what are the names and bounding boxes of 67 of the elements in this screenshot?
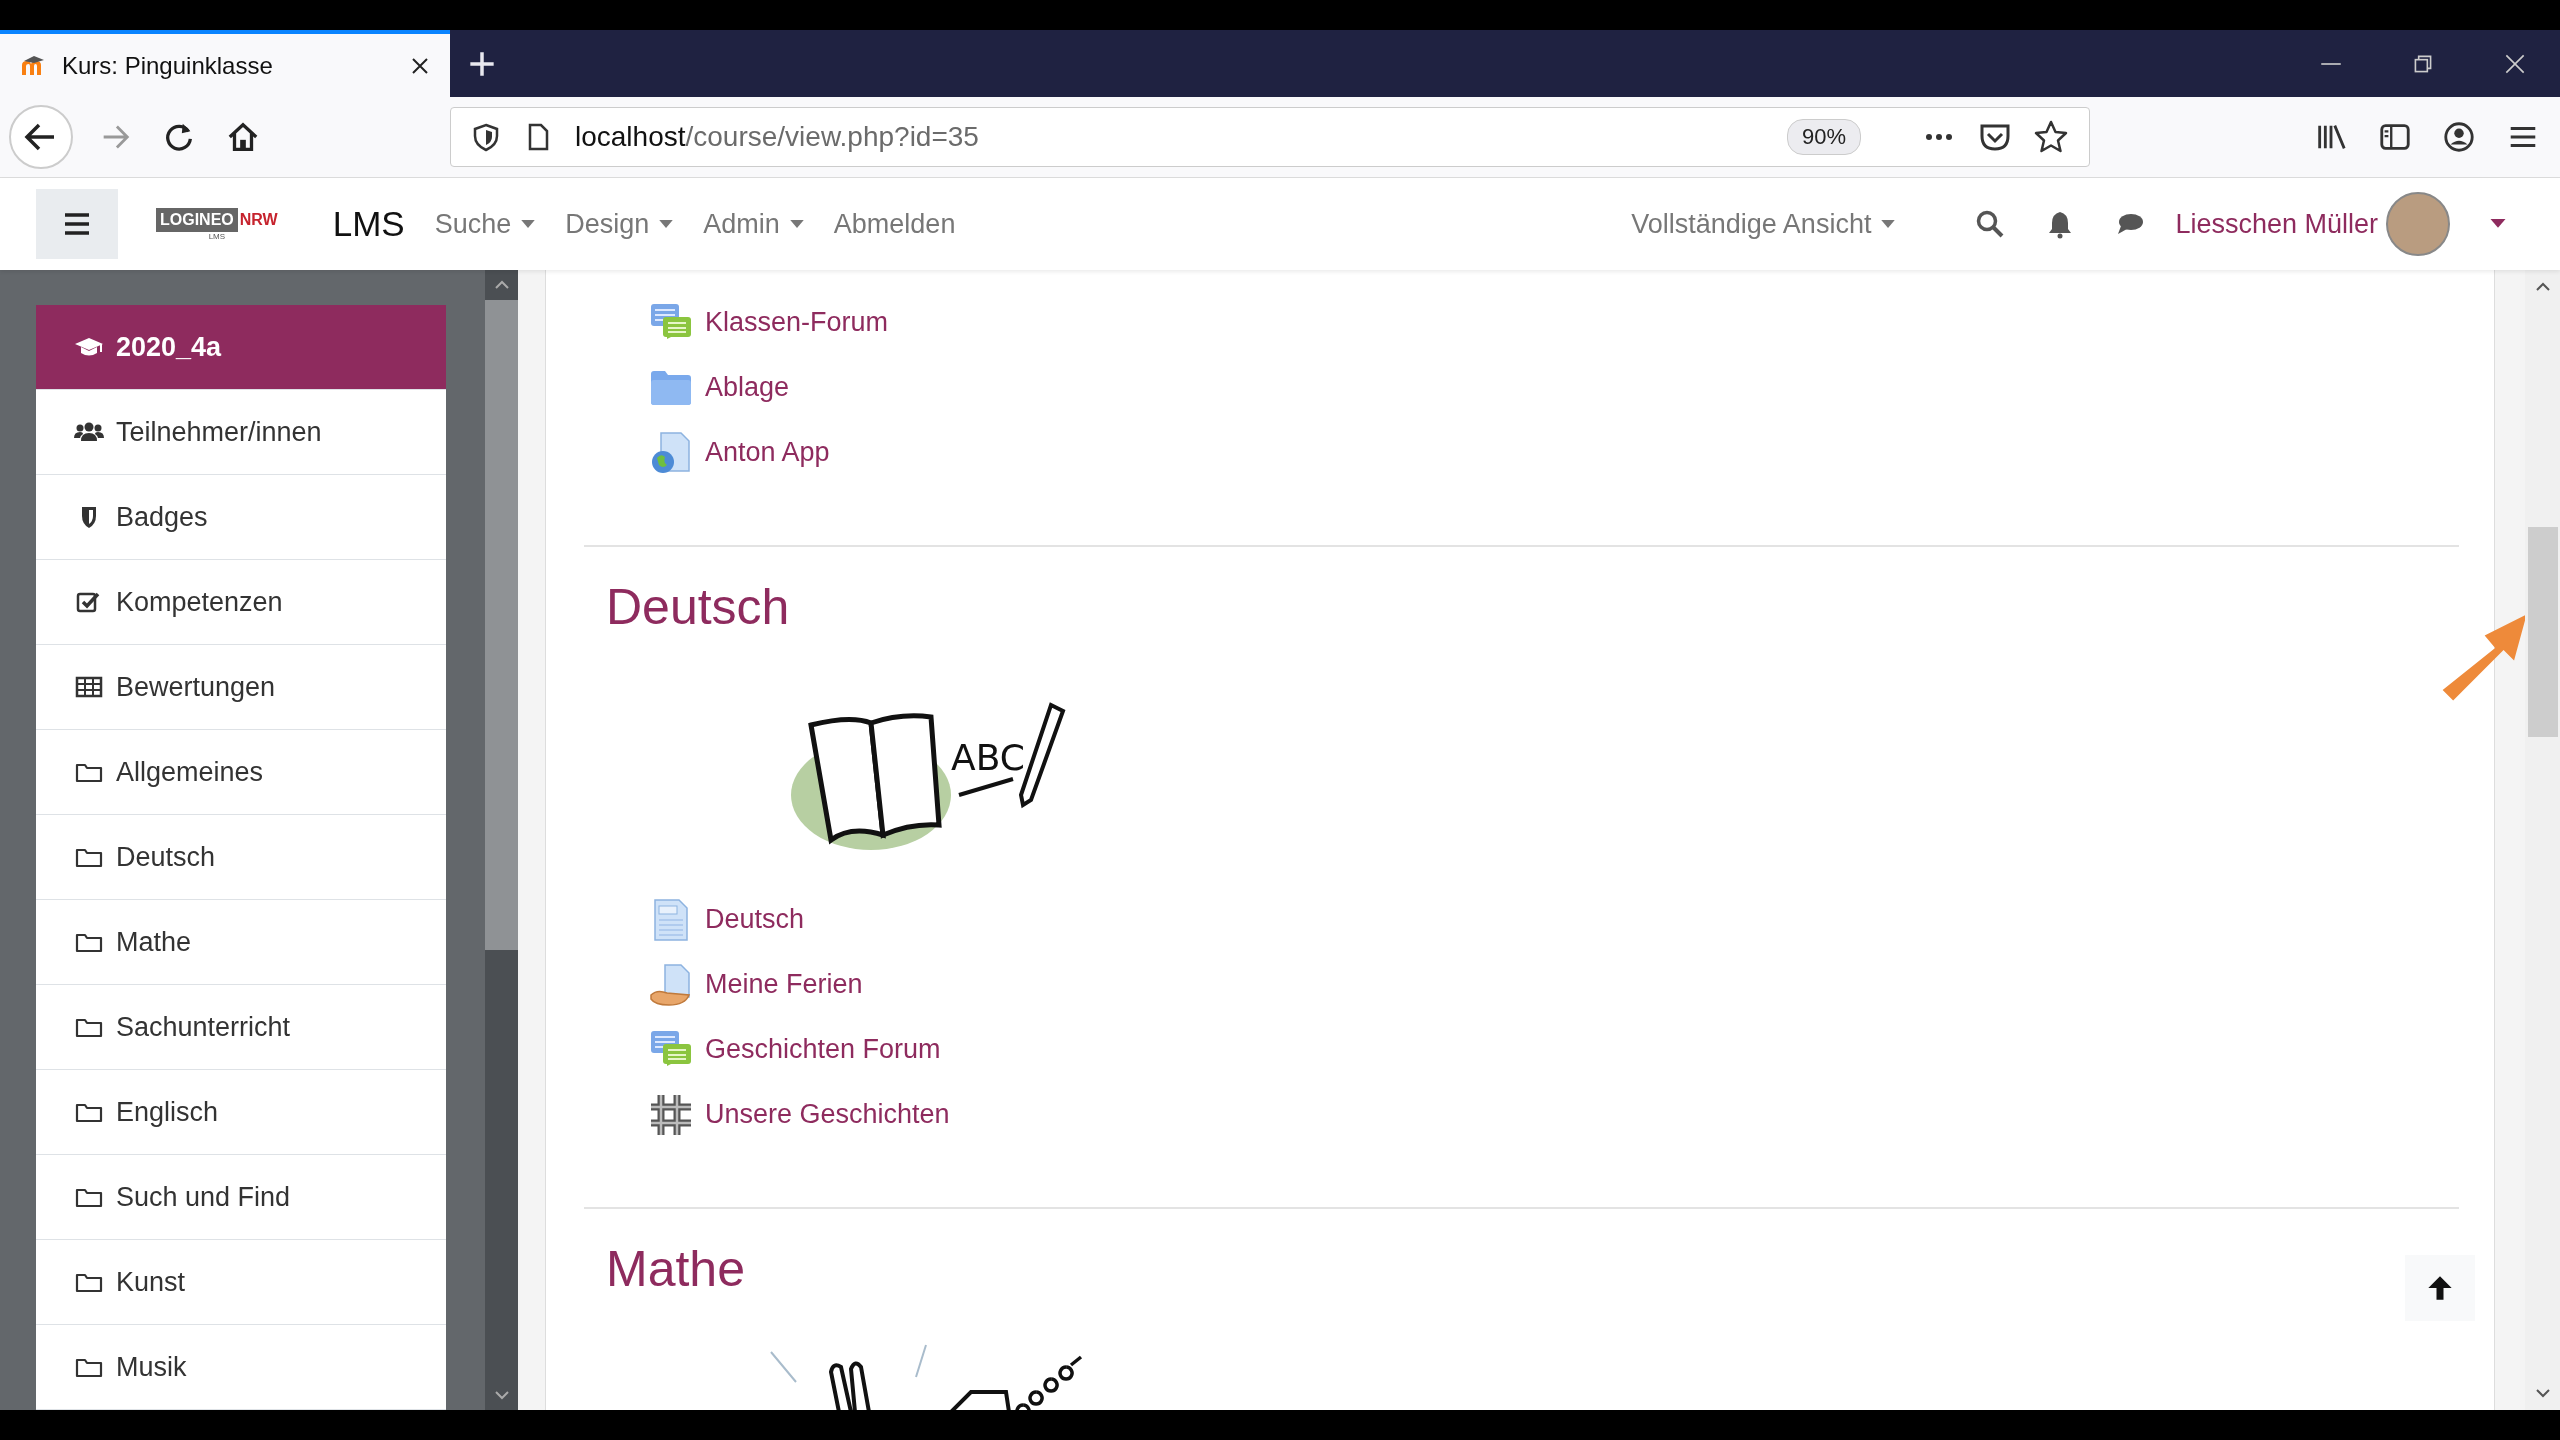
nav-menu-item[interactable]: Admin xyxy=(703,208,804,240)
search-icon[interactable] xyxy=(1975,209,2006,239)
sidebar-item[interactable]: Kunst xyxy=(36,1240,446,1325)
sidebar-item[interactable]: Bewertungen xyxy=(36,645,446,730)
sidebar-item[interactable]: 2020_4a xyxy=(36,305,446,390)
users-icon xyxy=(74,420,104,444)
nav-menu-item[interactable]: Suche xyxy=(434,208,536,240)
sidebar-item[interactable]: Allgemeines xyxy=(36,730,446,815)
scrollbar[interactable] xyxy=(2525,270,2560,1410)
scroll-up-icon[interactable] xyxy=(2534,282,2551,292)
nav-menu-item[interactable]: Abmelden xyxy=(833,208,956,240)
scrollbar-thumb[interactable] xyxy=(2527,527,2558,737)
new-tab-icon[interactable] xyxy=(468,49,496,78)
caret-icon[interactable] xyxy=(2490,219,2506,229)
logo-accent: NRW xyxy=(239,210,278,229)
scrollbar-thumb[interactable] xyxy=(485,300,518,950)
scrollbar[interactable] xyxy=(485,270,518,1410)
sidebar-item[interactable]: Englisch xyxy=(36,1070,446,1155)
logo-subtitle: LMS xyxy=(208,231,226,241)
activity-link[interactable]: Klassen-Forum xyxy=(705,307,889,338)
activity-link[interactable]: Meine Ferien xyxy=(705,969,863,1000)
globe-document-icon xyxy=(649,430,693,475)
star-icon[interactable] xyxy=(2033,119,2069,155)
table-icon xyxy=(74,675,104,699)
activity-link[interactable]: Geschichten Forum xyxy=(705,1034,941,1065)
activity-link[interactable]: Unsere Geschichten xyxy=(705,1099,950,1130)
home-icon[interactable] xyxy=(226,120,260,154)
url-text: localhost/course/view.php?id=35 xyxy=(575,121,979,153)
site-name[interactable]: LMS xyxy=(332,204,405,244)
close-icon[interactable] xyxy=(410,55,430,76)
caret-icon xyxy=(1881,219,1896,229)
caret-icon xyxy=(659,219,674,229)
view-mode-dropdown[interactable]: Vollständige Ansicht xyxy=(1631,208,1896,240)
illustration-text: ABC xyxy=(951,737,1025,778)
section-heading: Mathe xyxy=(606,1240,745,1299)
logo-wordmark: LOGINEO xyxy=(156,207,238,232)
scroll-up-icon[interactable] xyxy=(493,280,510,290)
browser-tab[interactable]: Kurs: Pinguinklasse xyxy=(0,30,450,97)
scroll-down-icon[interactable] xyxy=(2534,1388,2551,1398)
sidebar-item[interactable]: Such und Find xyxy=(36,1155,446,1240)
tab-title: Kurs: Pinguinklasse xyxy=(62,51,274,80)
nav-menu-item[interactable]: Design xyxy=(565,208,674,240)
sidebar-item[interactable]: Badges xyxy=(36,475,446,560)
activity-link[interactable]: Deutsch xyxy=(705,904,805,935)
sidebar-item[interactable]: Kompetenzen xyxy=(36,560,446,645)
account-icon[interactable] xyxy=(2442,120,2476,154)
caret-icon xyxy=(521,219,536,229)
arrow-up-icon xyxy=(2426,1274,2454,1302)
back-icon[interactable] xyxy=(8,104,74,170)
section-heading: Deutsch xyxy=(606,578,790,637)
caret-icon xyxy=(789,219,804,229)
sidebar-item[interactable]: Sachunterricht xyxy=(36,985,446,1070)
sidebar-item[interactable]: Deutsch xyxy=(36,815,446,900)
activity-link[interactable]: Ablage xyxy=(705,372,790,403)
sidebar-item[interactable]: Teilnehmer/innen xyxy=(36,390,446,475)
back-to-top-button[interactable] xyxy=(2405,1255,2475,1321)
scroll-down-icon[interactable] xyxy=(493,1390,510,1400)
shield-icon[interactable] xyxy=(471,122,501,152)
hand-document-icon xyxy=(649,962,693,1007)
user-name[interactable]: Liesschen Müller xyxy=(2175,208,2378,240)
sidebar-item[interactable]: Musik xyxy=(36,1325,446,1410)
zoom-level[interactable]: 90% xyxy=(1786,119,1861,155)
activity-link[interactable]: Anton App xyxy=(705,437,830,468)
address-bar[interactable]: localhost/course/view.php?id=35 90% xyxy=(450,107,2090,167)
sidebar-item[interactable]: Mathe xyxy=(36,900,446,985)
menu-button[interactable] xyxy=(36,189,118,259)
grid-icon xyxy=(649,1092,693,1137)
